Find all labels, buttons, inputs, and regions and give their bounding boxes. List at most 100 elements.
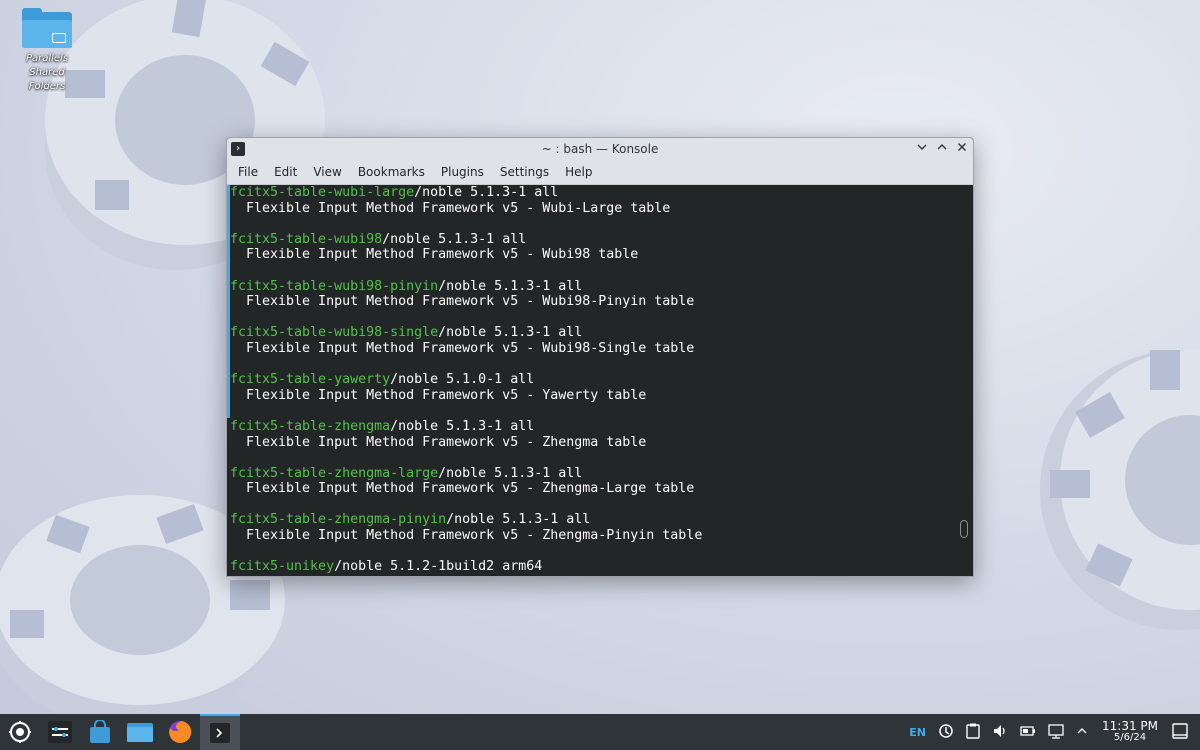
taskbar: EN 11:31 PM 5/6/24 xyxy=(0,714,1200,750)
terminal-line: fcitx5-table-wubi98-single/noble 5.1.3-1… xyxy=(230,325,973,341)
window-titlebar[interactable]: › ~ : bash — Konsole xyxy=(227,138,973,160)
file-manager-button[interactable] xyxy=(120,714,160,750)
chevron-up-icon xyxy=(937,144,947,150)
window-title: ~ : bash — Konsole xyxy=(541,142,659,156)
package-name: fcitx5-table-yawerty xyxy=(230,372,391,388)
terminal-line: Flexible Input Method Framework v5 - Wub… xyxy=(230,341,973,357)
terminal-line: Flexible Input Method Framework v5 - Zhe… xyxy=(230,481,973,497)
line-text: /noble 5.1.0-1 all xyxy=(390,372,535,388)
line-text: /noble 5.1.3-1 all xyxy=(446,512,591,528)
digital-clock[interactable]: 11:31 PM 5/6/24 xyxy=(1102,720,1158,744)
terminal-line: fcitx5-table-yawerty/noble 5.1.0-1 all xyxy=(230,372,973,388)
line-text: /noble 5.1.3-1 all xyxy=(438,325,583,341)
terminal-line: Flexible Input Method Framework v5 - Zhe… xyxy=(230,435,973,451)
package-name: fcitx5-table-zhengma-pinyin xyxy=(230,512,447,528)
terminal-output[interactable]: fcitx5-table-wubi-large/noble 5.1.3-1 al… xyxy=(227,185,973,576)
firefox-icon xyxy=(169,720,192,743)
wallpaper-gear xyxy=(1040,350,1200,630)
menu-plugins[interactable]: Plugins xyxy=(433,160,492,184)
update-notifier-icon[interactable] xyxy=(938,723,954,742)
menubar: File Edit View Bookmarks Plugins Setting… xyxy=(227,160,973,185)
package-name: fcitx5-table-wubi-large xyxy=(230,185,415,200)
terminal-app-icon[interactable]: › xyxy=(231,142,245,156)
line-text: Flexible Input Method Framework v5 - Zhe… xyxy=(230,434,647,450)
line-text: Flexible Input Method Framework v5 - Zhe… xyxy=(230,528,703,544)
clipboard-icon[interactable] xyxy=(966,723,980,742)
menu-help[interactable]: Help xyxy=(557,160,600,184)
package-name: fcitx5-unikey xyxy=(230,559,335,575)
line-text: /noble 5.1.2-1build2 arm64 xyxy=(334,559,543,575)
battery-icon[interactable] xyxy=(1020,725,1036,740)
line-text: Flexible Input Method Framework v5 - Wub… xyxy=(230,294,695,310)
line-text: /noble 5.1.3-1 all xyxy=(390,418,535,434)
folder-icon xyxy=(127,723,153,742)
clock-time: 11:31 PM xyxy=(1102,719,1158,733)
line-text: Flexible Input Method Framework v5 - Yaw… xyxy=(230,387,647,403)
terminal-line: fcitx5-table-zhengma/noble 5.1.3-1 all xyxy=(230,419,973,435)
line-text: /noble 5.1.3-1 all xyxy=(382,231,527,247)
firefox-button[interactable] xyxy=(160,714,200,750)
settings-sliders-icon xyxy=(48,721,72,743)
line-text: /noble 5.1.3-1 all xyxy=(438,465,583,481)
chevron-up-icon[interactable] xyxy=(1076,725,1088,740)
terminal-line: fcitx5-unikey/noble 5.1.2-1build2 arm64 xyxy=(230,559,973,575)
folder-icon xyxy=(22,8,72,48)
application-launcher-button[interactable] xyxy=(0,714,40,750)
package-name: fcitx5-table-wubi98-pinyin xyxy=(230,278,439,294)
terminal-line: Flexible Input Method Framework v5 - Wub… xyxy=(230,294,973,310)
konsole-task-button[interactable] xyxy=(200,714,240,750)
kde-logo-icon xyxy=(9,721,31,743)
package-name: fcitx5-table-zhengma-large xyxy=(230,465,439,481)
menu-edit[interactable]: Edit xyxy=(266,160,305,184)
terminal-line: Flexible Input Method Framework v5 - Wub… xyxy=(230,247,973,263)
terminal-line: fcitx5-table-zhengma-large/noble 5.1.3-1… xyxy=(230,466,973,482)
terminal-line: Flexible Input Method Framework v5 - Wub… xyxy=(230,201,973,217)
menu-file[interactable]: File xyxy=(230,160,266,184)
terminal-line: fcitx5-table-wubi98/noble 5.1.3-1 all xyxy=(230,232,973,248)
volume-icon[interactable] xyxy=(992,723,1008,742)
chevron-down-icon xyxy=(917,144,927,150)
minimize-button[interactable] xyxy=(915,140,929,158)
package-name: fcitx5-table-wubi98 xyxy=(230,231,383,247)
line-text: Flexible Input Method Framework v5 - Wub… xyxy=(230,200,671,216)
selection-marker xyxy=(227,185,230,418)
line-text: /noble 5.1.3-1 all xyxy=(414,185,559,200)
menu-view[interactable]: View xyxy=(305,160,349,184)
menu-bookmarks[interactable]: Bookmarks xyxy=(350,160,433,184)
input-language-indicator[interactable]: EN xyxy=(909,726,926,739)
clock-date: 5/6/24 xyxy=(1113,732,1147,743)
menu-settings[interactable]: Settings xyxy=(492,160,557,184)
desktop-icon-label: Parallels Shared Folders xyxy=(25,53,69,92)
close-button[interactable] xyxy=(955,140,969,158)
terminal-line: fcitx5-table-wubi98-pinyin/noble 5.1.3-1… xyxy=(230,279,973,295)
network-icon[interactable] xyxy=(1048,723,1064,742)
terminal-line: fcitx5-table-zhengma-pinyin/noble 5.1.3-… xyxy=(230,512,973,528)
line-text: Flexible Input Method Framework v5 - Zhe… xyxy=(230,481,695,497)
show-desktop-icon xyxy=(1172,722,1188,739)
terminal-line: fcitx5-table-wubi-large/noble 5.1.3-1 al… xyxy=(230,185,973,201)
scrollbar-thumb[interactable] xyxy=(960,520,968,538)
system-settings-button[interactable] xyxy=(40,714,80,750)
konsole-window[interactable]: › ~ : bash — Konsole File Edit View Book… xyxy=(226,137,974,577)
shopping-bag-icon xyxy=(90,720,110,743)
terminal-line: Flexible Input Method Framework v5 - Zhe… xyxy=(230,528,973,544)
maximize-button[interactable] xyxy=(935,140,949,158)
show-desktop-button[interactable] xyxy=(1172,722,1188,742)
close-icon xyxy=(958,143,966,151)
line-text: Flexible Input Method Framework v5 - Wub… xyxy=(230,247,639,263)
discover-button[interactable] xyxy=(80,714,120,750)
line-text: Flexible Input Method Framework v5 - Wub… xyxy=(230,340,695,356)
line-text: /noble 5.1.3-1 all xyxy=(438,278,583,294)
package-name: fcitx5-table-wubi98-single xyxy=(230,325,439,341)
desktop-icon-shared-folders[interactable]: Parallels Shared Folders xyxy=(10,8,84,94)
package-name: fcitx5-table-zhengma xyxy=(230,418,391,434)
terminal-icon xyxy=(210,723,230,743)
